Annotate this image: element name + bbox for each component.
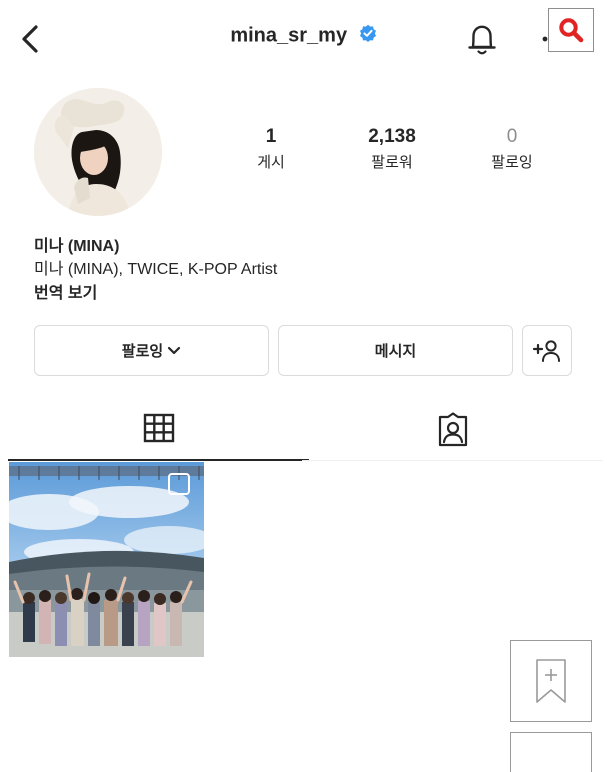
following-button[interactable]: 팔로잉 [34, 325, 269, 376]
avatar-photo [34, 88, 162, 216]
search-button[interactable] [548, 8, 594, 52]
message-button-label: 메시지 [374, 343, 417, 360]
stat-followers-value: 2,138 [368, 126, 416, 147]
message-button[interactable]: 메시지 [278, 325, 513, 376]
stat-posts[interactable]: 1 게시 [216, 126, 326, 172]
notifications-button[interactable] [464, 20, 500, 58]
post-thumbnail[interactable] [9, 462, 204, 657]
suggest-people-button[interactable] [522, 325, 572, 376]
stat-following[interactable]: 0 팔로잉 [457, 126, 567, 172]
overlay-box[interactable] [510, 732, 592, 772]
profile-avatar[interactable] [34, 88, 162, 216]
post-photo [9, 462, 204, 657]
stat-following-value: 0 [506, 126, 518, 147]
profile-header: mina_sr_my [0, 24, 607, 48]
stat-followers-label: 팔로워 [371, 154, 413, 171]
following-button-label: 팔로잉 [121, 343, 164, 360]
bio-description: 미나 (MINA), TWICE, K-POP Artist [34, 261, 278, 278]
tab-posts-grid[interactable] [8, 406, 309, 461]
add-person-icon [532, 339, 560, 362]
stat-posts-label: 게시 [257, 154, 285, 171]
search-icon [559, 18, 584, 43]
bookmark-add-icon [536, 659, 566, 703]
stat-following-label: 팔로잉 [491, 154, 533, 171]
bell-icon [468, 25, 496, 55]
tagged-icon [438, 412, 467, 447]
bookmark-add-button[interactable] [510, 640, 592, 722]
bio-name: 미나 (MINA) [34, 238, 120, 255]
see-translation-link[interactable]: 번역 보기 [34, 279, 97, 303]
grid-icon [143, 413, 174, 443]
stat-posts-value: 1 [265, 126, 277, 147]
username-title: mina_sr_my [230, 24, 348, 47]
tab-tagged[interactable] [302, 406, 603, 461]
stat-followers[interactable]: 2,138 팔로워 [337, 126, 447, 172]
chevron-down-icon [168, 346, 181, 354]
verified-badge-icon [359, 24, 377, 48]
